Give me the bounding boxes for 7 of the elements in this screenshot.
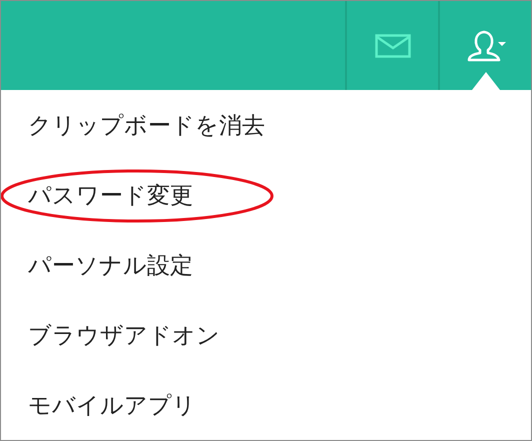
menu-pointer bbox=[472, 72, 500, 90]
menu-item[interactable]: モバイルアプリ bbox=[28, 390, 196, 420]
user-icon bbox=[466, 30, 506, 62]
menu-item[interactable]: クリップボードを消去 bbox=[28, 110, 265, 140]
mail-icon bbox=[374, 34, 410, 58]
menu-item[interactable]: ブラウザアドオン bbox=[28, 320, 220, 350]
menu-item[interactable]: パーソナル設定 bbox=[28, 250, 193, 280]
